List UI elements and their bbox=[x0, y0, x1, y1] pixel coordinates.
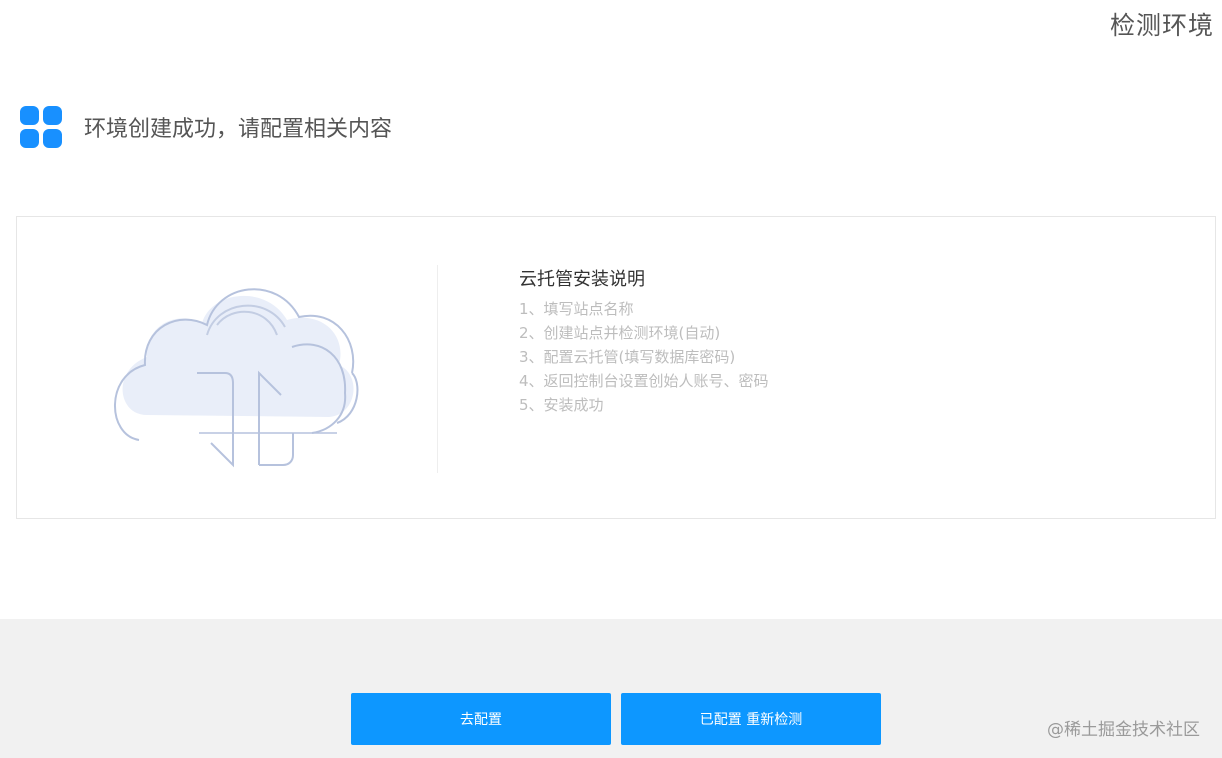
status-message: 环境创建成功，请配置相关内容 bbox=[84, 117, 393, 142]
watermark: @稀土掘金技术社区 bbox=[1047, 720, 1200, 740]
page-title: 检测环境 bbox=[1109, 11, 1214, 40]
install-guide-card: 云托管安装说明 1、填写站点名称 2、创建站点并检测环境(自动) 3、配置云托管… bbox=[16, 216, 1216, 519]
footer-bar: 去配置 已配置 重新检测 @稀土掘金技术社区 bbox=[0, 619, 1222, 758]
status-row: 环境创建成功，请配置相关内容 bbox=[20, 106, 392, 148]
configure-button[interactable]: 去配置 bbox=[351, 693, 611, 745]
cloud-sync-icon bbox=[114, 288, 359, 468]
guide-step: 2、创建站点并检测环境(自动) bbox=[519, 324, 721, 342]
install-guide: 云托管安装说明 1、填写站点名称 2、创建站点并检测环境(自动) 3、配置云托管… bbox=[519, 265, 769, 417]
guide-step: 5、安装成功 bbox=[519, 396, 604, 414]
guide-step: 1、填写站点名称 bbox=[519, 300, 634, 318]
recheck-button[interactable]: 已配置 重新检测 bbox=[621, 693, 881, 745]
guide-step: 4、返回控制台设置创始人账号、密码 bbox=[519, 372, 769, 390]
guide-step: 3、配置云托管(填写数据库密码) bbox=[519, 348, 736, 366]
apps-grid-icon bbox=[20, 106, 62, 148]
card-divider bbox=[437, 265, 438, 473]
page: 检测环境 环境创建成功，请配置相关内容 云托管安装说明 1、填写站点名称 2、创… bbox=[0, 0, 1222, 758]
guide-title: 云托管安装说明 bbox=[519, 269, 645, 290]
guide-steps: 1、填写站点名称 2、创建站点并检测环境(自动) 3、配置云托管(填写数据库密码… bbox=[519, 297, 769, 417]
